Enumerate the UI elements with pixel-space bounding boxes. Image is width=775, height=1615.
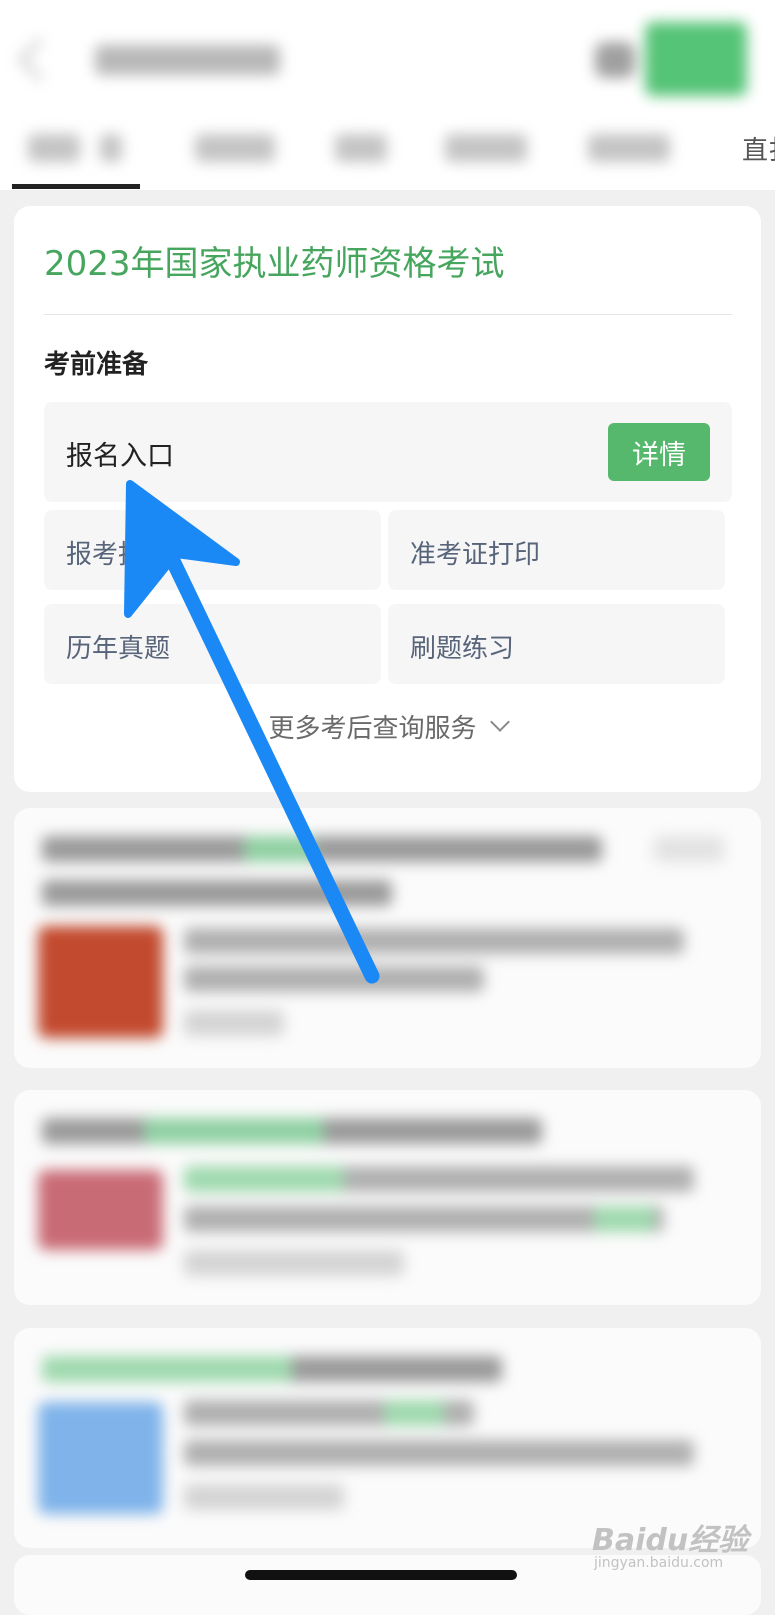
baidu-watermark: Baidu经验 jingyan.baidu.com (592, 1515, 748, 1585)
home-indicator[interactable] (245, 1570, 517, 1580)
chevron-down-icon (489, 712, 510, 732)
registration-entry-row[interactable]: 报名入口 详情 (44, 402, 732, 502)
tab-bar: 直扌 (0, 120, 775, 190)
article-thumbnail (38, 1170, 163, 1250)
divider (44, 314, 732, 315)
tab-4[interactable] (445, 134, 527, 162)
app-header: 直扌 (0, 0, 775, 190)
watermark-logo: Baidu经验 (592, 1523, 749, 1558)
article-thumbnail (38, 926, 163, 1038)
tab-1-badge (100, 134, 122, 162)
tab-2[interactable] (195, 134, 275, 162)
grid-item-label: 准考证打印 (410, 540, 541, 570)
grid-item-exam-guide[interactable]: 报考指南 (44, 510, 381, 590)
tab-6-partial[interactable]: 直扌 (742, 130, 775, 167)
grid-item-past-papers[interactable]: 历年真题 (44, 604, 381, 684)
details-button[interactable]: 详情 (608, 423, 710, 481)
article-thumbnail (38, 1402, 163, 1514)
header-green-button[interactable] (645, 22, 747, 96)
watermark-url: jingyan.baidu.com (594, 1555, 724, 1571)
article-card[interactable] (14, 808, 761, 1068)
tab-3[interactable] (335, 134, 387, 162)
exam-card: 2023年国家执业药师资格考试 考前准备 报名入口 详情 报考指南 准考证打印 … (14, 206, 761, 792)
grid-item-label: 历年真题 (66, 634, 171, 664)
grid-item-admission-ticket[interactable]: 准考证打印 (388, 510, 725, 590)
grid-item-label: 刷题练习 (410, 634, 515, 664)
more-services-label: 更多考后查询服务 (268, 713, 477, 744)
grid-item-practice[interactable]: 刷题练习 (388, 604, 725, 684)
registration-entry-label: 报名入口 (66, 441, 174, 472)
tab-5[interactable] (588, 134, 670, 162)
section-title: 考前准备 (44, 350, 149, 380)
more-services-link[interactable]: 更多考后查询服务 (14, 706, 761, 746)
header-title-blurred (95, 45, 280, 75)
active-tab-indicator (12, 184, 140, 189)
article-card[interactable] (14, 1090, 761, 1305)
header-action-icon[interactable] (595, 42, 635, 78)
grid-item-label: 报考指南 (66, 540, 171, 570)
tab-1[interactable] (28, 134, 80, 162)
exam-title: 2023年国家执业药师资格考试 (44, 244, 505, 284)
back-arrow-icon[interactable] (17, 37, 62, 82)
